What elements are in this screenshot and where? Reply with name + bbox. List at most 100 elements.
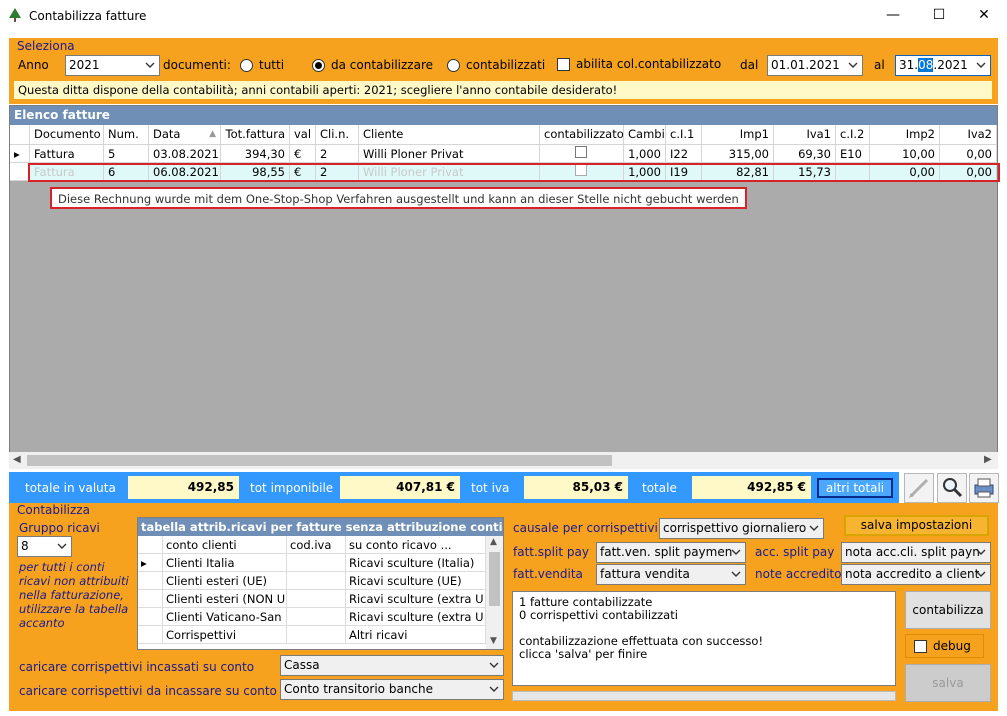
col-ci1[interactable]: c.I.1: [666, 125, 702, 145]
scroll-thumb[interactable]: [489, 552, 500, 606]
col-cliente[interactable]: Cliente: [359, 125, 540, 145]
gruppo-ricavi-note: per tutti i conti ricavi non attribuiti …: [19, 560, 129, 630]
totale-valuta-label: totale in valuta: [25, 481, 116, 495]
attrib-cell-conto[interactable]: Clienti esteri (NON U: [163, 590, 287, 608]
attrib-cell-conto[interactable]: Clienti Italia: [163, 554, 287, 572]
cell-contabilizzato: [540, 145, 624, 163]
scroll-thumb[interactable]: [27, 455, 612, 466]
cell-clin: 2: [316, 145, 359, 163]
chevron-down-icon: [809, 525, 819, 531]
radio-da-contabilizzare[interactable]: [312, 59, 325, 72]
attrib-cell-conto[interactable]: Clienti esteri (UE): [163, 572, 287, 590]
cell-documento: Fattura: [30, 145, 104, 163]
da-incassare-select[interactable]: Conto transitorio banche: [280, 679, 504, 700]
info-message: Questa ditta dispone della contabilità; …: [14, 81, 992, 99]
col-num[interactable]: Num.: [104, 125, 149, 145]
acc-split-select[interactable]: nota acc.cli. split payn: [841, 542, 991, 563]
attrib-cell-conto[interactable]: Clienti Vaticano-San: [163, 608, 287, 626]
col-iva2[interactable]: Iva2: [940, 125, 997, 145]
col-documento[interactable]: Documento: [30, 125, 104, 145]
contabilizza-button[interactable]: contabilizza: [905, 591, 991, 629]
scroll-right-icon[interactable]: ▶: [984, 454, 992, 465]
maximize-button[interactable]: ☐: [916, 0, 962, 32]
attrib-cell-ricavo[interactable]: Ricavi sculture (UE): [346, 572, 486, 590]
cell-data: 03.08.2021: [149, 145, 221, 163]
altri-totali-button[interactable]: altri totali: [817, 478, 893, 498]
col-imp2[interactable]: Imp2: [870, 125, 940, 145]
attrib-cell-ricavo[interactable]: Ricavi sculture (extra U: [346, 608, 486, 626]
attrib-cell-codiva[interactable]: [287, 554, 346, 572]
chevron-down-icon: [57, 543, 67, 549]
cell-ci2: E10: [836, 145, 870, 163]
col-cli-n[interactable]: Cli.n.: [316, 125, 359, 145]
grid-horizontal-scrollbar[interactable]: ◀ ▶: [9, 452, 998, 469]
causale-label: causale per corrispettivi: [513, 521, 658, 535]
al-value-year: .2021: [933, 58, 968, 72]
anno-select[interactable]: 2021: [65, 55, 160, 76]
al-date-picker[interactable]: 31.08.2021: [895, 55, 991, 76]
al-value-day: 31.: [899, 58, 919, 72]
radio-tutti[interactable]: [240, 59, 253, 72]
col-tot-fattura[interactable]: Tot.fattura: [221, 125, 290, 145]
col-cambi[interactable]: Cambi: [624, 125, 666, 145]
attrib-cell-ricavo[interactable]: Ricavi sculture (extra U: [346, 590, 486, 608]
attrib-table-title: tabella attrib.ricavi per fatture senza …: [138, 518, 503, 536]
radio-contabilizzati[interactable]: [447, 59, 460, 72]
vendita-value: fattura vendita: [600, 567, 690, 581]
grid-title: Elenco fatture: [10, 106, 997, 125]
incassati-select[interactable]: Cassa: [280, 655, 504, 676]
split-pay-select[interactable]: fatt.ven. split paymen: [596, 542, 746, 563]
totale-label: totale: [642, 481, 677, 495]
attrib-col-conto: conto clienti: [163, 536, 287, 554]
chevron-down-icon: [848, 62, 858, 68]
attrib-cell-codiva[interactable]: [287, 626, 346, 644]
table-row[interactable]: ▸ Fattura 5 03.08.2021 394,30 € 2 Willi …: [10, 145, 997, 163]
salva-impostazioni-button[interactable]: salva impostazioni: [844, 515, 989, 536]
dal-value: 01.01.2021: [771, 58, 840, 72]
cell-val: €: [290, 145, 316, 163]
dal-label: dal: [740, 58, 759, 72]
contabilizzato-checkbox[interactable]: [575, 146, 587, 158]
abilita-checkbox[interactable]: [557, 58, 570, 71]
invoice-grid: Elenco fatture Documento Num. Data ▲ Tot.…: [9, 105, 998, 469]
search-icon[interactable]: [937, 473, 967, 503]
row-current-indicator-icon: ▸: [10, 145, 30, 163]
col-imp1[interactable]: Imp1: [702, 125, 774, 145]
radio-da-contabilizzare-label: da contabilizzare: [331, 58, 434, 72]
al-label: al: [874, 58, 885, 72]
col-val[interactable]: val: [290, 125, 316, 145]
salva-button[interactable]: salva: [905, 664, 991, 702]
print-icon[interactable]: [969, 473, 999, 503]
debug-checkbox[interactable]: [914, 640, 927, 653]
col-data[interactable]: Data ▲: [149, 125, 221, 145]
attrib-cell-conto[interactable]: Corrispettivi: [163, 626, 287, 644]
vendita-select[interactable]: fattura vendita: [596, 564, 746, 585]
scroll-up-icon[interactable]: ▲: [490, 537, 497, 547]
attrib-cell-ricavo[interactable]: Ricavi sculture (Italia): [346, 554, 486, 572]
row-highlight-frame: [28, 163, 1000, 182]
oss-tooltip: Diese Rechnung wurde mit dem One-Stop-Sh…: [50, 187, 747, 209]
scroll-down-icon[interactable]: ▼: [490, 636, 497, 646]
debug-toggle[interactable]: debug: [905, 634, 984, 658]
minimize-button[interactable]: —: [870, 0, 916, 32]
col-iva1[interactable]: Iva1: [774, 125, 836, 145]
edit-pencil-icon[interactable]: [904, 473, 934, 503]
scroll-left-icon[interactable]: ◀: [13, 454, 21, 465]
close-button[interactable]: ✕: [961, 0, 1007, 32]
cell-iva2: 0,00: [940, 145, 997, 163]
causale-value: corrispettivo giornaliero: [663, 521, 807, 535]
attrib-row-indicator: [138, 626, 163, 644]
attrib-cell-ricavo[interactable]: Altri ricavi: [346, 626, 486, 644]
attrib-cell-codiva[interactable]: [287, 572, 346, 590]
app-tree-icon: [9, 8, 21, 22]
accredito-select[interactable]: nota accredito a client: [841, 564, 991, 585]
attrib-vertical-scrollbar[interactable]: ▲ ▼: [486, 536, 503, 649]
col-contabilizzato[interactable]: contabilizzato: [540, 125, 624, 145]
gruppo-ricavi-select[interactable]: 8: [17, 536, 72, 557]
attrib-cell-codiva[interactable]: [287, 608, 346, 626]
col-ci2[interactable]: c.I.2: [836, 125, 870, 145]
causale-select[interactable]: corrispettivo giornaliero: [659, 518, 824, 539]
attrib-cell-codiva[interactable]: [287, 590, 346, 608]
dal-date-picker[interactable]: 01.01.2021: [767, 55, 863, 76]
sort-icon: ▲: [209, 129, 216, 139]
